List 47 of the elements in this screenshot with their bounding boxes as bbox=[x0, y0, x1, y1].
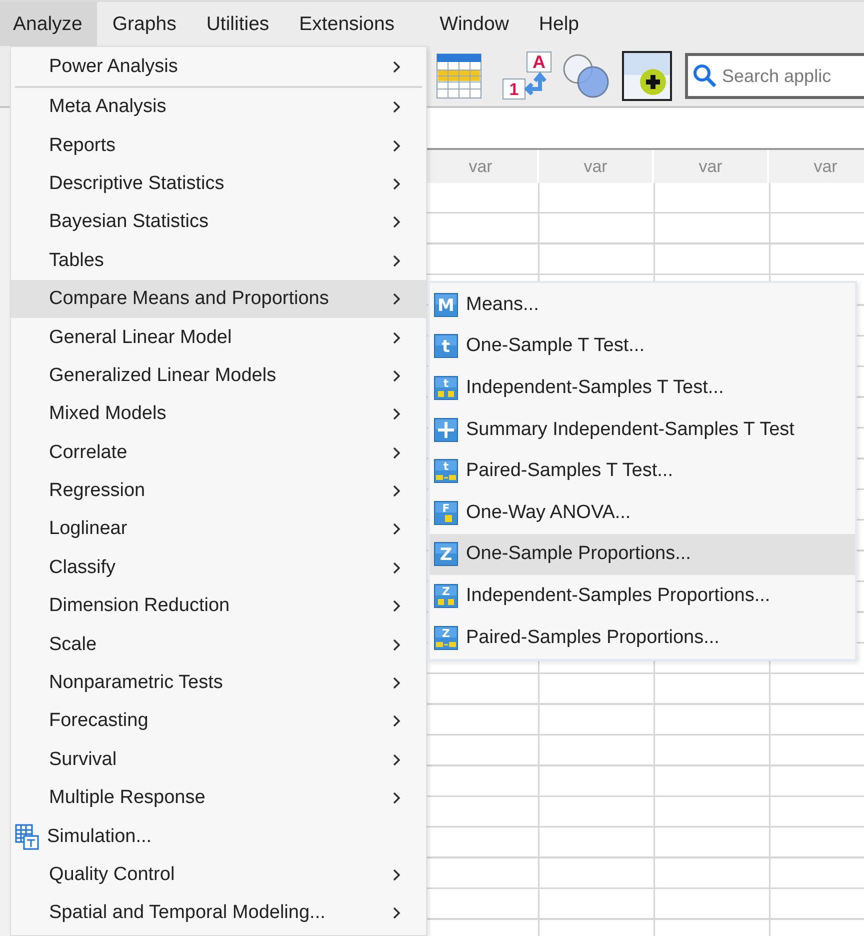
menu-item[interactable]: Scale bbox=[11, 625, 426, 664]
menu-item[interactable]: Power Analysis bbox=[11, 47, 426, 86]
menu-item[interactable]: Summary Independent-Samples T Test bbox=[430, 408, 855, 450]
menu-item[interactable]: t One-Sample T Test... bbox=[430, 326, 855, 368]
test-icon: M bbox=[434, 292, 458, 317]
test-icon: Z bbox=[434, 626, 458, 650]
menu-item[interactable]: Simulation... bbox=[11, 817, 426, 856]
menu-item[interactable]: Correlate bbox=[11, 434, 426, 472]
menu-item[interactable]: Dimension Reduction bbox=[11, 587, 426, 626]
menu-item[interactable]: t Independent-Samples T Test... bbox=[430, 367, 855, 409]
menu-item[interactable]: Quality Control bbox=[11, 856, 426, 894]
menu-item[interactable]: Regression bbox=[11, 472, 426, 510]
search-field[interactable]: Search applic bbox=[685, 53, 864, 99]
menu-item[interactable]: Bayesian Statistics bbox=[11, 203, 426, 242]
menu-item[interactable]: Compare Means and Proportions bbox=[11, 280, 426, 318]
menu-item[interactable]: Classify bbox=[11, 548, 426, 588]
menu-item[interactable]: t Paired-Samples T Test... bbox=[430, 450, 855, 492]
menu-item[interactable]: F One-Way ANOVA... bbox=[430, 492, 855, 534]
menu-bar-item[interactable]: Utilities bbox=[191, 2, 284, 46]
menu-item[interactable]: Descriptive Statistics bbox=[11, 164, 426, 204]
menu-item[interactable]: M Means... bbox=[430, 284, 855, 326]
menu-bar-item[interactable]: Window bbox=[424, 2, 524, 46]
test-icon: t bbox=[434, 459, 458, 484]
menu-item[interactable]: Mixed Models bbox=[11, 395, 426, 434]
menu-item[interactable]: Z Independent-Samples Proportions... bbox=[430, 575, 855, 617]
menu-bar-item[interactable]: Graphs bbox=[97, 2, 192, 46]
menu-item[interactable]: Forecasting bbox=[11, 702, 426, 741]
menu-item[interactable]: Meta Analysis bbox=[11, 88, 426, 126]
menu-item[interactable]: Z Paired-Samples Proportions... bbox=[430, 616, 855, 658]
menu-item[interactable]: Reports bbox=[11, 126, 426, 165]
menu-item[interactable]: Spatial and Temporal Modeling... bbox=[11, 894, 426, 933]
menu-item[interactable]: Survival bbox=[11, 740, 426, 780]
test-icon: F bbox=[434, 500, 458, 525]
menu-item[interactable]: Nonparametric Tests bbox=[11, 664, 426, 702]
menu-item[interactable]: Multiple Response bbox=[11, 779, 426, 818]
menu-item[interactable]: Z One-Sample Proportions... bbox=[430, 534, 855, 576]
menu-item[interactable]: Loglinear bbox=[11, 510, 426, 549]
menu-bar-item[interactable]: Extensions bbox=[284, 2, 425, 46]
test-icon: Z bbox=[434, 542, 458, 566]
test-icon: t bbox=[434, 334, 458, 358]
menu-item[interactable]: Tables bbox=[11, 242, 426, 280]
test-icon: Z bbox=[434, 584, 458, 608]
menu-bar-item[interactable]: Help bbox=[524, 2, 594, 46]
test-icon: t bbox=[434, 376, 458, 400]
menu-item[interactable]: General Linear Model bbox=[11, 318, 426, 357]
menu-bar-item[interactable]: Analyze bbox=[0, 2, 98, 46]
menu-item[interactable]: Generalized Linear Models bbox=[11, 356, 426, 396]
